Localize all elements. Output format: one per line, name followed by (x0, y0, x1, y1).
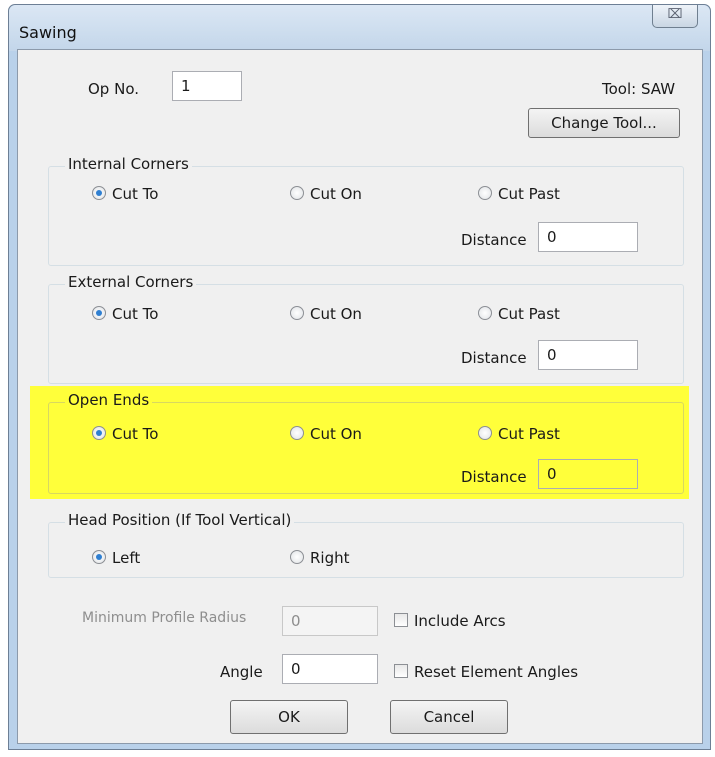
radio-selected-icon (92, 186, 106, 200)
radio-label: Cut To (112, 305, 159, 323)
internal-distance-input[interactable]: 0 (538, 222, 638, 252)
cancel-button[interactable]: Cancel (390, 700, 508, 734)
op-no-input[interactable]: 1 (172, 71, 242, 101)
checkbox-label: Reset Element Angles (414, 663, 579, 681)
radio-label: Cut Past (498, 185, 560, 203)
radio-label: Cut On (310, 305, 362, 323)
radio-label: Cut To (112, 425, 159, 443)
radio-icon (478, 186, 492, 200)
internal-cut-to-radio[interactable]: Cut To (92, 184, 158, 204)
external-cut-past-radio[interactable]: Cut Past (478, 304, 560, 324)
radio-label: Cut On (310, 185, 362, 203)
dialog-title: Sawing (19, 23, 77, 42)
title-bar[interactable]: Sawing ⌧ (9, 5, 710, 51)
open-cut-on-radio[interactable]: Cut On (290, 424, 362, 444)
ok-button[interactable]: OK (230, 700, 348, 734)
min-profile-radius-input[interactable]: 0 (282, 606, 378, 636)
radio-icon (478, 426, 492, 440)
open-distance-input[interactable]: 0 (538, 459, 638, 489)
checkbox-icon (394, 613, 408, 627)
internal-corners-title: Internal Corners (65, 155, 192, 173)
internal-cut-past-radio[interactable]: Cut Past (478, 184, 560, 204)
change-tool-button[interactable]: Change Tool... (528, 108, 680, 138)
radio-selected-icon (92, 426, 106, 440)
radio-icon (290, 186, 304, 200)
include-arcs-checkbox[interactable]: Include Arcs (394, 611, 506, 631)
external-cut-on-radio[interactable]: Cut On (290, 304, 362, 324)
radio-label: Right (310, 549, 350, 567)
external-distance-label: Distance (461, 349, 527, 367)
open-cut-past-radio[interactable]: Cut Past (478, 424, 560, 444)
checkbox-label: Include Arcs (414, 612, 506, 630)
open-distance-label: Distance (461, 468, 527, 486)
radio-label: Cut Past (498, 305, 560, 323)
head-right-radio[interactable]: Right (290, 548, 350, 568)
close-button[interactable]: ⌧ (652, 5, 698, 28)
radio-icon (290, 550, 304, 564)
external-corners-title: External Corners (65, 273, 197, 291)
radio-icon (478, 306, 492, 320)
open-cut-to-radio[interactable]: Cut To (92, 424, 158, 444)
tool-label: Tool: SAW (602, 80, 676, 98)
min-profile-radius-label: Minimum Profile Radius (82, 610, 247, 626)
angle-label: Angle (220, 663, 263, 681)
angle-input[interactable]: 0 (282, 654, 378, 684)
radio-label: Left (112, 549, 141, 567)
close-icon: ⌧ (667, 7, 683, 22)
sawing-dialog: Sawing ⌧ Op No. 1 Tool: SAW Change Tool.… (8, 4, 711, 750)
open-ends-title: Open Ends (65, 391, 153, 409)
dialog-client-area: Op No. 1 Tool: SAW Change Tool... Intern… (17, 49, 703, 744)
external-cut-to-radio[interactable]: Cut To (92, 304, 158, 324)
radio-label: Cut To (112, 185, 159, 203)
radio-label: Cut Past (498, 425, 560, 443)
op-no-label: Op No. (88, 80, 139, 98)
radio-selected-icon (92, 550, 106, 564)
internal-distance-label: Distance (461, 231, 527, 249)
head-position-group: Head Position (If Tool Vertical) (48, 511, 684, 578)
reset-element-angles-checkbox[interactable]: Reset Element Angles (394, 662, 578, 682)
external-distance-input[interactable]: 0 (538, 340, 638, 370)
head-left-radio[interactable]: Left (92, 548, 140, 568)
checkbox-icon (394, 664, 408, 678)
internal-cut-on-radio[interactable]: Cut On (290, 184, 362, 204)
radio-icon (290, 306, 304, 320)
head-position-title: Head Position (If Tool Vertical) (65, 511, 295, 529)
radio-icon (290, 426, 304, 440)
radio-selected-icon (92, 306, 106, 320)
radio-label: Cut On (310, 425, 362, 443)
